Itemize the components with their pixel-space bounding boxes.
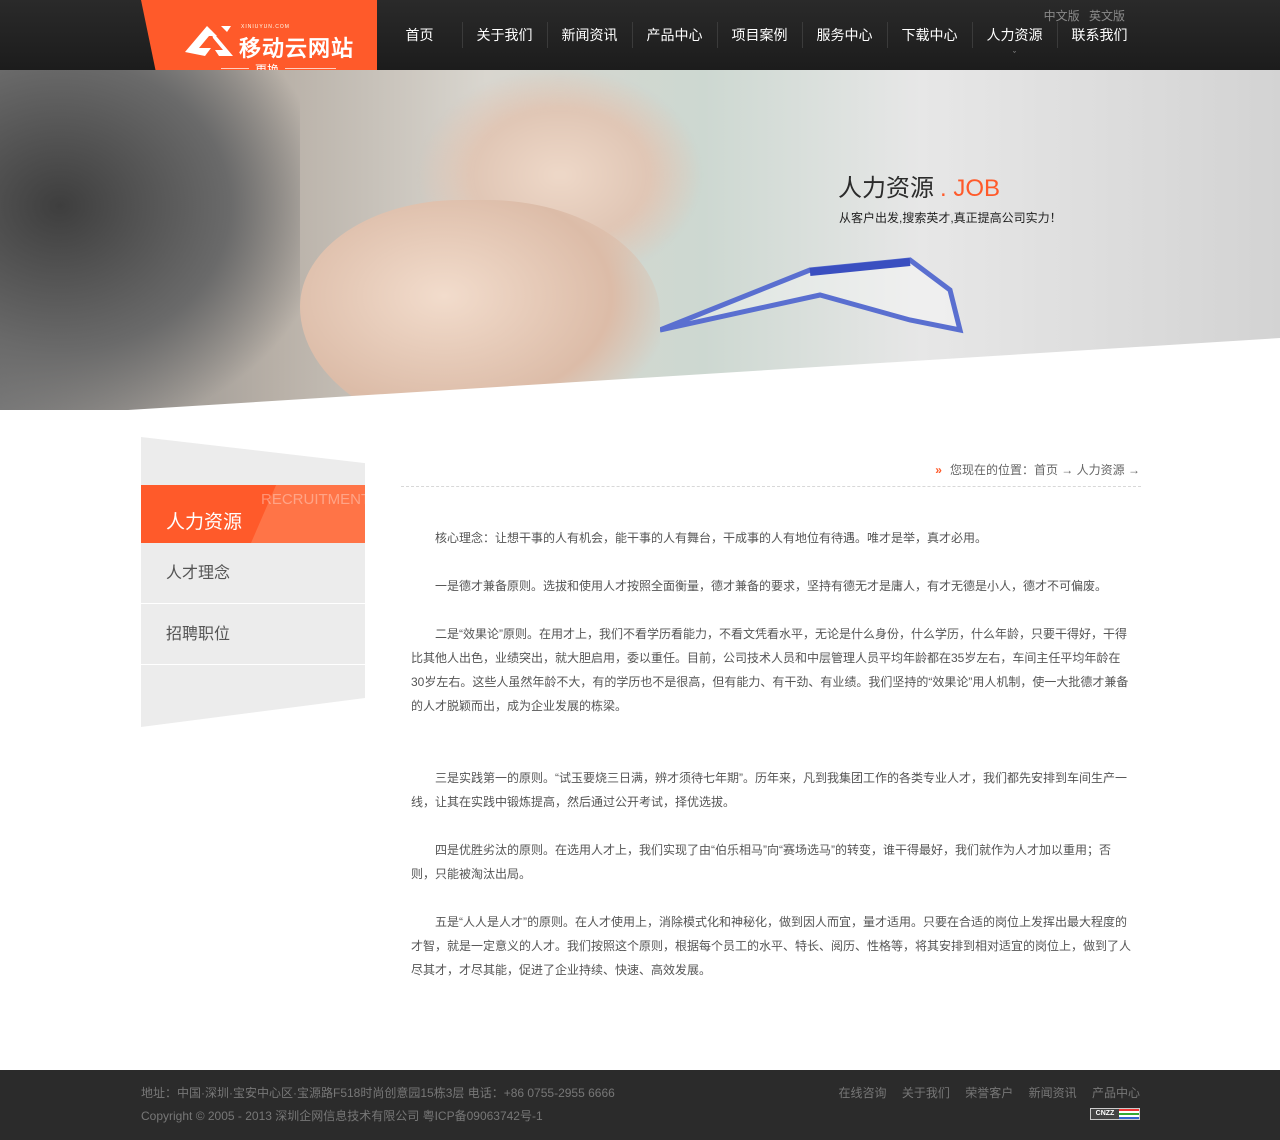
breadcrumb-separator: → bbox=[1057, 463, 1077, 477]
article-content: 核心理念：让想干事的人有机会，能干事的人有舞台，干成事的人有地位有待遇。唯才是举… bbox=[411, 526, 1133, 1006]
nav-hr[interactable]: 人力资源 ˇ bbox=[972, 22, 1057, 60]
footer-copyright: Copyright © 2005 - 2013 深圳企网信息技术有限公司 粤IC… bbox=[141, 1109, 543, 1123]
breadcrumb-home-link[interactable]: 首页 bbox=[1034, 463, 1058, 477]
footer-link-clients[interactable]: 荣誉客户 bbox=[965, 1086, 1013, 1100]
nav-download[interactable]: 下载中心 bbox=[887, 22, 972, 48]
paragraph-principle-5: 五是“人人是人才”的原则。在人才使用上，消除模式化和神秘化，做到因人而宜，量才适… bbox=[411, 915, 1132, 977]
nav-service[interactable]: 服务中心 bbox=[802, 22, 887, 48]
cnzz-badge-label: CNZZ bbox=[1091, 1109, 1119, 1119]
paragraph-core-concept: 核心理念：让想干事的人有机会，能干事的人有舞台，干成事的人有地位有待遇。唯才是举… bbox=[435, 531, 988, 545]
banner-title-en: . JOB bbox=[940, 175, 1001, 202]
footer-link-news[interactable]: 新闻资讯 bbox=[1029, 1086, 1077, 1100]
paragraph-principle-4: 四是优胜劣汰的原则。在选用人才上，我们实现了由“伯乐相马”向“赛场选马”的转变，… bbox=[411, 843, 1111, 881]
hero-banner: 人力资源. JOB 从客户出发,搜索英才,真正提高公司实力！ bbox=[0, 70, 1280, 410]
paragraph-principle-3: 三是实践第一的原则。“试玉要烧三日满，辨才须待七年期”。历年来，凡到我集团工作的… bbox=[411, 771, 1127, 809]
breadcrumb-tail-arrow: → bbox=[1124, 463, 1140, 477]
sidebar-item-job-openings[interactable]: 招聘职位 bbox=[141, 605, 365, 665]
cnzz-badge[interactable]: CNZZ bbox=[1090, 1108, 1140, 1120]
logo-domain: XINIUYUN.COM bbox=[241, 24, 290, 30]
sidebar-title: 人力资源 bbox=[166, 512, 243, 533]
nav-products[interactable]: 产品中心 bbox=[632, 22, 717, 48]
banner-title: 人力资源. JOB bbox=[838, 168, 1000, 203]
paragraph-principle-1: 一是德才兼备原则。选拔和使用人才按照全面衡量，德才兼备的要求，坚持有德无才是庸人… bbox=[435, 579, 1108, 593]
footer-link-about[interactable]: 关于我们 bbox=[902, 1086, 950, 1100]
double-arrow-icon: » bbox=[935, 463, 942, 477]
breadcrumb-prefix: 您现在的位置： bbox=[949, 463, 1034, 477]
nav-contact[interactable]: 联系我们 bbox=[1057, 22, 1142, 48]
main-nav: 首页 关于我们 新闻资讯 产品中心 项目案例 服务中心 下载中心 人力资源 ˇ … bbox=[377, 22, 1142, 60]
breadcrumb: » 您现在的位置：首页 → 人力资源 → bbox=[935, 461, 1140, 478]
logo-text: 移动云网站 bbox=[239, 36, 355, 61]
nav-about[interactable]: 关于我们 bbox=[462, 22, 547, 48]
paragraph-principle-2: 二是“效果论”原则。在用才上，我们不看学历看能力，不看文凭看水平，无论是什么身份… bbox=[411, 627, 1129, 713]
sidebar-header-en: RECRUITMENT bbox=[261, 491, 365, 508]
footer-link-products[interactable]: 产品中心 bbox=[1092, 1086, 1140, 1100]
sidebar-header: RECRUITMENT 人力资源 bbox=[141, 485, 365, 543]
nav-hr-label: 人力资源 bbox=[986, 27, 1043, 43]
lang-english-link[interactable]: 英文版 bbox=[1089, 9, 1125, 23]
banner-title-cn: 人力资源 bbox=[838, 175, 934, 202]
nav-cases[interactable]: 项目案例 bbox=[717, 22, 802, 48]
cnzz-badge-bars bbox=[1119, 1109, 1139, 1119]
breadcrumb-divider bbox=[401, 486, 1141, 487]
banner-subtitle: 从客户出发,搜索英才,真正提高公司实力！ bbox=[839, 211, 1062, 225]
banner-shadow bbox=[0, 70, 300, 410]
breadcrumb-current-link[interactable]: 人力资源 bbox=[1077, 463, 1125, 477]
footer-links: 在线咨询 关于我们 荣誉客户 新闻资讯 产品中心 bbox=[827, 1084, 1140, 1101]
footer-link-consult[interactable]: 在线咨询 bbox=[839, 1086, 887, 1100]
active-caret-icon: ˇ bbox=[1013, 50, 1016, 60]
glasses-image bbox=[660, 257, 964, 334]
site-footer: 地址：中国·深圳·宝安中心区·宝源路F518时尚创意园15栋3层 电话：+86 … bbox=[0, 1070, 1280, 1140]
nav-home[interactable]: 首页 bbox=[377, 22, 462, 48]
lang-chinese-link[interactable]: 中文版 bbox=[1044, 9, 1080, 23]
logo-mark-icon bbox=[185, 26, 233, 56]
sidebar-item-talent-concept[interactable]: 人才理念 bbox=[141, 544, 365, 604]
footer-address: 地址：中国·深圳·宝安中心区·宝源路F518时尚创意园15栋3层 电话：+86 … bbox=[141, 1086, 615, 1100]
banner-hand-front bbox=[300, 200, 660, 410]
nav-news[interactable]: 新闻资讯 bbox=[547, 22, 632, 48]
